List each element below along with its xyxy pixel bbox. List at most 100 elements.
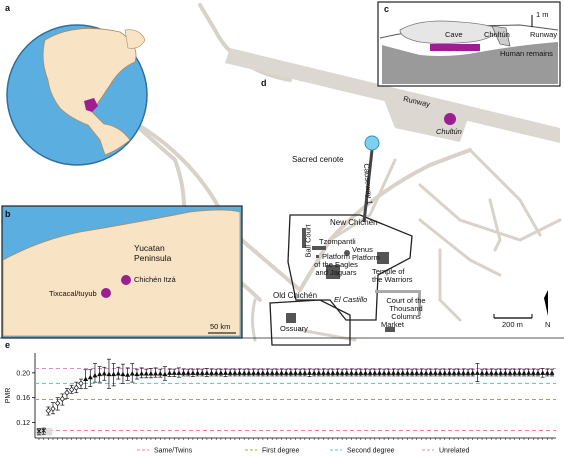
warriors-line: the Warriors — [372, 275, 413, 284]
north-arrow-path — [544, 290, 548, 316]
data-point — [129, 370, 135, 376]
data-point — [204, 370, 210, 375]
data-point — [190, 370, 196, 375]
chichen-label: Chichén Itzá — [134, 275, 176, 284]
data-point — [414, 370, 420, 375]
data-point — [237, 370, 243, 375]
data-point — [255, 370, 261, 375]
data-point — [68, 386, 75, 393]
yucatan-label: Yucatan Peninsula — [134, 243, 172, 263]
data-point — [512, 370, 518, 375]
el-castillo-label: El Castillo — [334, 295, 368, 304]
data-point — [437, 370, 443, 375]
data-point — [306, 370, 312, 375]
data-point — [185, 370, 191, 375]
globe — [6, 24, 148, 166]
data-point — [153, 370, 159, 376]
data-point — [92, 372, 98, 378]
scale-label-d: 200 m — [502, 320, 523, 329]
data-point — [544, 370, 550, 375]
data-point — [330, 370, 336, 375]
data-point — [404, 370, 410, 375]
data-point — [484, 370, 490, 375]
data-point — [279, 370, 285, 375]
data-point — [260, 370, 266, 375]
venus-line: Platform — [352, 253, 380, 262]
data-point — [106, 371, 112, 377]
y-tick-label: 0.12 — [16, 420, 30, 427]
data-point — [176, 370, 182, 375]
data-point — [120, 371, 126, 377]
data-point — [241, 370, 247, 375]
data-point — [334, 370, 340, 375]
data-point — [78, 380, 84, 387]
data-point — [362, 370, 368, 375]
legend-label: First degree — [262, 448, 299, 455]
ossuary-label: Ossuary — [280, 324, 308, 333]
data-point — [516, 370, 522, 375]
panel-label-a: a — [5, 3, 11, 13]
data-point — [530, 370, 536, 375]
panel-label-d: d — [261, 78, 267, 88]
data-point — [493, 370, 499, 375]
pmr-chart: 0.12 0.16 0.20 PMR Same/Twins First degree Sec… — [5, 353, 556, 455]
data-point — [83, 376, 89, 382]
data-point — [507, 370, 513, 375]
data-point — [521, 370, 527, 375]
data-point — [395, 370, 401, 375]
data-point — [213, 370, 219, 375]
road — [438, 248, 462, 322]
y-axis-label: PMR — [5, 388, 12, 404]
data-point — [460, 370, 466, 375]
greenland-land — [124, 29, 146, 49]
tixcaca-marker — [101, 288, 111, 298]
data-point — [418, 370, 424, 375]
road — [488, 198, 502, 252]
data-point — [540, 370, 546, 375]
data-point — [73, 384, 79, 391]
road — [251, 298, 257, 342]
data-point — [209, 370, 215, 375]
data-point — [64, 389, 70, 396]
chichen-marker — [121, 275, 131, 285]
data-point — [470, 370, 476, 375]
old-chichen-label: Old Chichén — [273, 291, 318, 300]
data-point — [409, 370, 415, 375]
human-remains-band — [430, 44, 480, 51]
data-point — [101, 370, 107, 376]
road — [468, 148, 542, 237]
data-point — [265, 370, 271, 375]
data-point — [432, 370, 438, 375]
data-point — [139, 370, 145, 376]
panel-label-b: b — [5, 209, 11, 219]
legend-label: Same/Twins — [154, 448, 193, 455]
data-point — [358, 370, 364, 375]
map-c — [377, 1, 561, 87]
data-point — [353, 370, 359, 375]
data-point — [316, 370, 322, 375]
new-chichen-label: New Chichén — [330, 218, 378, 227]
data-point — [232, 370, 238, 375]
tixcaca-label: Tixcacal/tuyub — [49, 289, 97, 298]
scale-bar-d — [493, 314, 533, 319]
colonnade — [375, 290, 420, 293]
data-point — [134, 371, 140, 377]
data-point — [297, 370, 303, 375]
data-point — [125, 372, 131, 377]
data-point — [171, 370, 177, 375]
legend-label: Unrelated — [439, 448, 469, 455]
data-point — [442, 370, 448, 375]
data-point — [246, 370, 252, 375]
data-point — [59, 395, 65, 402]
data-point — [479, 370, 485, 375]
data-point — [386, 370, 392, 375]
data-point — [181, 370, 187, 375]
scale-label-b: 50 km — [210, 322, 231, 331]
data-point — [97, 371, 103, 377]
scale-label-c: 1 m — [536, 10, 549, 19]
yucatan-line: Peninsula — [134, 252, 172, 263]
data-point — [376, 370, 382, 375]
chultun-label: Chultún — [436, 127, 462, 136]
road — [418, 183, 562, 242]
data-point — [446, 370, 452, 375]
